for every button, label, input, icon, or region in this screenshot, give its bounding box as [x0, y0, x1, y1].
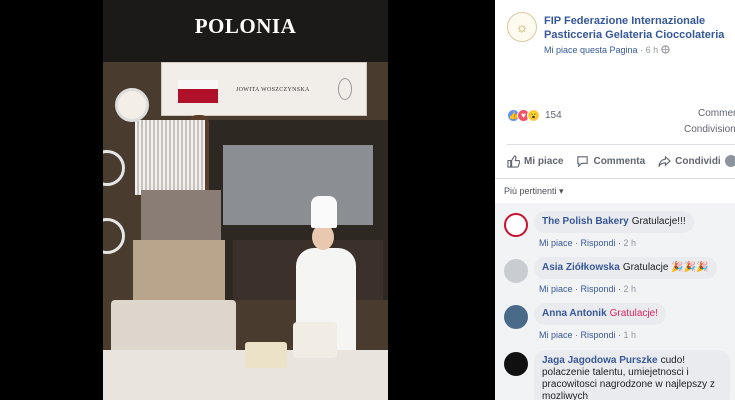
page-name-link[interactable]: FIP Federazione Internazionale Pasticcer…: [544, 14, 734, 42]
comment-bubble: Anna Antonik Gratulacje!: [534, 303, 666, 325]
comment-actions: Mi piace · Rispondi · 2 h: [539, 284, 637, 294]
comment-actions: Mi piace · Rispondi · 1 h: [539, 330, 637, 340]
meta-separator: ·: [640, 45, 644, 55]
photo-cake-top-tier: [141, 190, 221, 242]
photo-small-cake: [293, 322, 337, 358]
comment-like-link[interactable]: Mi piace: [539, 284, 573, 294]
reaction-count: 154: [545, 109, 562, 121]
globe-icon: [660, 45, 670, 55]
whisk-logo-icon: ☼: [515, 19, 529, 35]
wow-reaction-icon: 😮: [527, 108, 540, 122]
comment-author[interactable]: Jaga Jagodowa Purszke: [542, 355, 658, 366]
comment-like-link[interactable]: Mi piace: [539, 238, 573, 248]
comment-author[interactable]: Anna Antonik: [542, 308, 607, 319]
like-button-label: Mi piace: [524, 155, 564, 167]
photo-small-cake: [245, 342, 287, 368]
post-meta: Mi piace questa Pagina · 6 h: [544, 45, 670, 55]
photo-cake-moon: [115, 88, 149, 122]
share-icon: [658, 155, 672, 167]
comment-sort-dropdown[interactable]: Più pertinenti ▾: [504, 186, 564, 197]
polish-flag-white: [178, 80, 218, 89]
commenter-avatar[interactable]: [504, 352, 528, 376]
comment-bubble: Asia Ziółkowska Gratulacje 🎉🎉🎉: [534, 257, 717, 279]
comment-button[interactable]: Commenta: [576, 155, 645, 168]
comment-icon: [577, 155, 589, 167]
divider: [507, 144, 735, 145]
comment-reply-link[interactable]: Rispondi: [581, 330, 616, 340]
comment-text: Gratulacje 🎉🎉🎉: [622, 262, 709, 273]
photo-viewer: POLONIA JOWITA WOSZCZYNSKA: [0, 0, 495, 400]
like-page-link[interactable]: Mi piace questa Pagina: [544, 45, 638, 55]
comment-time[interactable]: 2 h: [624, 284, 637, 294]
comment-button-label: Commenta: [593, 155, 646, 167]
photo-chef-hat: [311, 196, 337, 228]
commenter-avatar[interactable]: [504, 213, 528, 237]
post-photo[interactable]: POLONIA JOWITA WOSZCZYNSKA: [103, 0, 388, 400]
post-actions: Mi piace Commenta Condividi: [507, 151, 734, 171]
audience-selector-icon[interactable]: [725, 155, 735, 167]
comment-actions: Mi piace · Rispondi · 2 h: [539, 238, 637, 248]
photo-title-text: POLONIA: [194, 14, 297, 38]
like-button[interactable]: Mi piace: [507, 154, 564, 168]
post-header: ☼ FIP Federazione Internazionale Pasticc…: [495, 0, 735, 60]
comment-reply-link[interactable]: Rispondi: [581, 284, 616, 294]
post-time[interactable]: 6 h: [646, 45, 659, 55]
comments-count-link[interactable]: Commenti: [698, 108, 735, 119]
reaction-summary[interactable]: 👍 ♥ 😮 154: [507, 107, 562, 123]
comment-time[interactable]: 2 h: [624, 238, 637, 248]
page-avatar[interactable]: ☼: [507, 12, 537, 42]
photo-window: [223, 145, 373, 225]
photo-cake-middle-tier: [133, 240, 225, 302]
photo-sign-name-text: JOWITA WOSZCZYNSKA: [236, 87, 310, 93]
polish-flag-red: [178, 89, 218, 103]
shares-count-link[interactable]: Condivisioni: [684, 124, 735, 135]
photo-cake-willow: [135, 120, 205, 195]
commenter-avatar[interactable]: [504, 259, 528, 283]
comment-like-link[interactable]: Mi piace: [539, 330, 573, 340]
post-side-panel: ☼ FIP Federazione Internazionale Pasticc…: [495, 0, 735, 400]
photo-sign-logo: [338, 78, 352, 100]
share-button[interactable]: Condividi: [658, 155, 721, 168]
comment-bubble: Jaga Jagodowa Purszke cudo! polaczenie ta…: [534, 350, 730, 400]
commenter-avatar[interactable]: [504, 305, 528, 329]
thumbs-up-icon: [507, 154, 520, 168]
comment-author[interactable]: Asia Ziółkowska: [542, 262, 620, 273]
comment-bubble: The Polish Bakery Gratulacje!!!: [534, 211, 694, 233]
comment-author[interactable]: The Polish Bakery: [542, 216, 629, 227]
comment-reply-link[interactable]: Rispondi: [581, 238, 616, 248]
divider: [495, 178, 735, 179]
comment-time[interactable]: 1 h: [624, 330, 637, 340]
comment-text: Gratulacje!: [609, 308, 658, 319]
share-button-label: Condividi: [675, 155, 721, 167]
comment-text: Gratulacje!!!: [631, 216, 686, 227]
